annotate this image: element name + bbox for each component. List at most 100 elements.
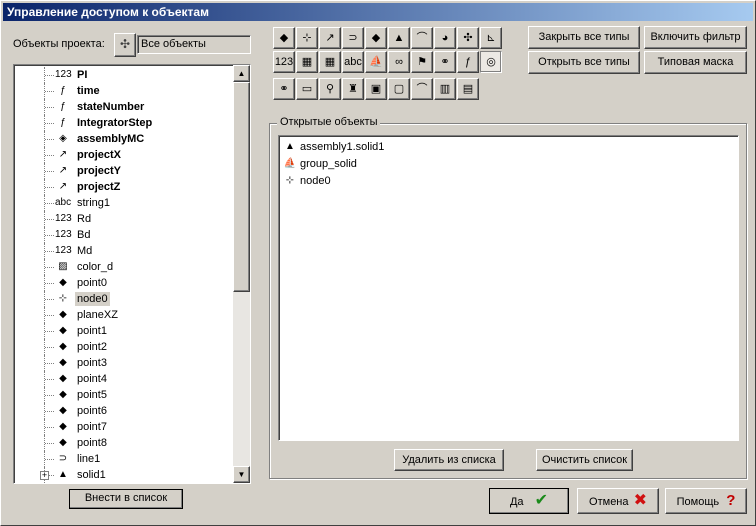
expand-icon[interactable]: + — [40, 471, 49, 480]
matrix-type-icon[interactable]: ▦ — [319, 51, 341, 73]
tree-item[interactable]: ▨ color_d — [14, 259, 234, 275]
tree-item-label: Bd — [77, 229, 91, 241]
tree-item[interactable]: ƒ stateNumber — [14, 99, 234, 115]
tree-item[interactable]: ↗ projectY — [14, 163, 234, 179]
cancel-button[interactable]: Отмена ✖ — [577, 488, 659, 514]
lamp-type-icon[interactable]: ⚲ — [319, 78, 341, 100]
tree-item[interactable]: ◆ point8 — [14, 435, 234, 451]
link-type-icon[interactable]: ∞ — [388, 51, 410, 73]
project-objects-tree[interactable]: 123 PI ƒ time ƒ stateNumber ƒ IntegratorStep ◈ as… — [13, 64, 251, 484]
stack-type-icon[interactable]: ▤ — [457, 78, 479, 100]
tree-line — [45, 427, 54, 428]
vector-type-icon[interactable]: ↗ — [319, 27, 341, 49]
tree-item-label: Md — [77, 245, 93, 257]
open-objects-list[interactable]: ▲ assembly1.solid1 ⛵ group_solid ⊹ node0 — [278, 135, 739, 441]
tree-item-label: node0 — [75, 292, 110, 306]
tree-item[interactable]: ◆ point2 — [14, 339, 234, 355]
line-type-icon[interactable]: ⊃ — [342, 27, 364, 49]
help-label: Помощь — [676, 496, 720, 508]
tree-item[interactable]: 123 PI — [14, 67, 234, 83]
solid-type-icon[interactable]: ▲ — [388, 27, 410, 49]
tree-item[interactable]: 123 Rd — [14, 211, 234, 227]
close-all-types-button[interactable]: Закрыть все типы — [528, 26, 640, 49]
tree-item-icon: ƒ — [60, 85, 66, 96]
tree-item[interactable]: ↗ projectZ — [14, 179, 234, 195]
tree-item[interactable]: ◆ point0 — [14, 275, 234, 291]
ship-type-icon[interactable]: ⛵ — [365, 51, 387, 73]
box-type-icon[interactable]: ▢ — [388, 78, 410, 100]
tree-item[interactable]: ◆ point5 — [14, 387, 234, 403]
tree-item[interactable]: abc string1 — [14, 195, 234, 211]
string-type-icon[interactable]: abc — [342, 51, 364, 73]
filter-icon: ✣ — [119, 37, 131, 51]
tree-item[interactable]: 123 Bd — [14, 227, 234, 243]
tree-item-icon: ⊃ — [58, 453, 68, 464]
tree-item[interactable]: ƒ IntegratorStep — [14, 115, 234, 131]
tree-item-label: PI — [77, 69, 88, 81]
cancel-label: Отмена — [589, 496, 629, 508]
circle-type-icon[interactable]: ◎ — [480, 51, 502, 73]
tree-item-label: point6 — [77, 405, 107, 417]
tree-item[interactable]: ⊹ node0 — [14, 291, 234, 307]
tree-line — [45, 171, 54, 172]
tree-scrollbar[interactable]: ▲ ▼ — [233, 65, 250, 483]
number-type-icon[interactable]: 123 — [273, 51, 295, 73]
tree-item[interactable]: ◆ point4 — [14, 371, 234, 387]
type-mask-button[interactable]: Типовая маска — [644, 51, 747, 74]
tree-item-icon: ▨ — [58, 261, 68, 272]
enable-filter-button[interactable]: Включить фильтр — [644, 26, 747, 49]
bell-type-icon[interactable]: ♜ — [342, 78, 364, 100]
joint-type-icon[interactable]: ⚭ — [434, 51, 456, 73]
tree-item[interactable]: ◆ point7 — [14, 419, 234, 435]
tree-item[interactable]: ◆ planeXZ — [14, 307, 234, 323]
scroll-thumb[interactable] — [233, 82, 250, 292]
tree-item[interactable]: 123 Md — [14, 243, 234, 259]
tree-item[interactable]: ◆ point6 — [14, 403, 234, 419]
tree-item-icon: ◆ — [59, 421, 67, 432]
frame-type-icon[interactable]: ▣ — [365, 78, 387, 100]
tree-item-icon: ↗ — [58, 181, 68, 192]
objects-combo[interactable]: Все объекты — [137, 35, 251, 54]
sphere-type-icon[interactable]: ◕ — [434, 27, 456, 49]
grid-type-icon[interactable]: ▦ — [296, 51, 318, 73]
plane-type-icon[interactable]: ◆ — [365, 27, 387, 49]
clear-list-button[interactable]: Очистить список — [536, 449, 633, 471]
tree-line — [45, 459, 54, 460]
add-to-list-button[interactable]: Внести в список — [69, 489, 183, 509]
tree-item-icon: ▲ — [58, 469, 68, 480]
assembly-type-icon[interactable]: ✣ — [457, 27, 479, 49]
tree-item-label: time — [77, 85, 100, 97]
rect-type-icon[interactable]: ▭ — [296, 78, 318, 100]
scroll-down-arrow-icon[interactable]: ▼ — [233, 466, 250, 483]
tree-line — [45, 283, 54, 284]
axes-type-icon[interactable]: ⊾ — [480, 27, 502, 49]
tree-line — [45, 123, 54, 124]
tree-line — [45, 299, 54, 300]
tree-item[interactable]: ◆ point3 — [14, 355, 234, 371]
tree-line — [45, 139, 54, 140]
tree-item[interactable]: ↗ projectX — [14, 147, 234, 163]
rainbow-type-icon[interactable]: ⌒ — [411, 78, 433, 100]
point-type-icon[interactable]: ◆ — [273, 27, 295, 49]
tree-item-icon: ƒ — [60, 101, 66, 112]
ok-button[interactable]: Да ✔ — [489, 488, 569, 514]
tree-item[interactable]: ⊃ line1 — [14, 451, 234, 467]
tree-item[interactable]: ◆ point1 — [14, 323, 234, 339]
arc-type-icon[interactable]: ⌒ — [411, 27, 433, 49]
tree-item[interactable]: + ▲ solid1 — [14, 467, 234, 483]
node-type-icon[interactable]: ⊹ — [296, 27, 318, 49]
objects-filter-button[interactable]: ✣ — [114, 33, 136, 57]
tree-item[interactable]: ƒ time — [14, 83, 234, 99]
help-button[interactable]: Помощь ? — [665, 488, 747, 514]
scroll-up-arrow-icon[interactable]: ▲ — [233, 65, 250, 82]
flag-type-icon[interactable]: ⚑ — [411, 51, 433, 73]
function-type-icon[interactable]: ƒ — [457, 51, 479, 73]
open-all-types-button[interactable]: Открыть все типы — [528, 51, 640, 74]
barchart-type-icon[interactable]: ▥ — [434, 78, 456, 100]
spring-type-icon[interactable]: ⚭ — [273, 78, 295, 100]
remove-from-list-button[interactable]: Удалить из списка — [394, 449, 504, 471]
tree-item[interactable]: ◈ assemblyMC — [14, 131, 234, 147]
open-object-label: assembly1.solid1 — [300, 141, 385, 153]
open-object-icon: ▲ — [285, 141, 295, 152]
tree-item-icon: ◆ — [59, 309, 67, 320]
